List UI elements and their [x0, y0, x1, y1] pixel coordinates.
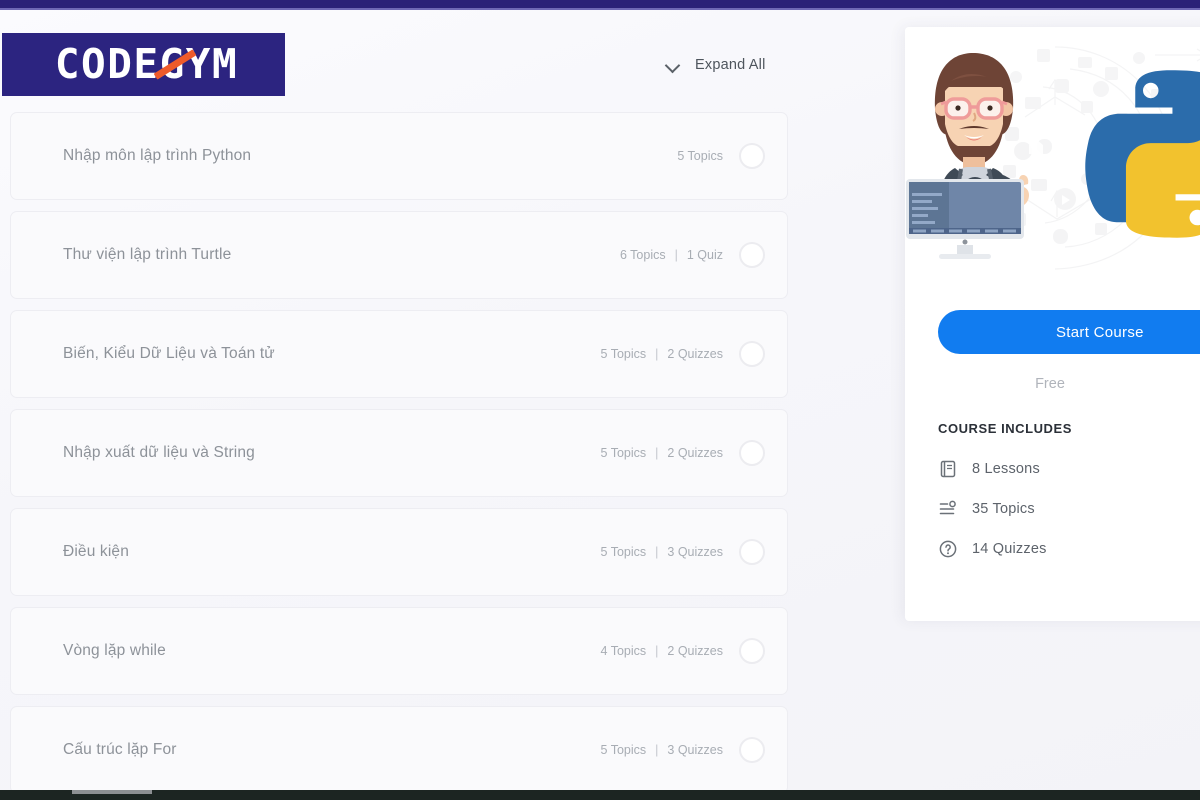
- course-includes-label: 14 Quizzes: [972, 541, 1047, 557]
- lesson-title: Nhập xuất dữ liệu và String: [63, 444, 255, 461]
- lesson-card[interactable]: Điều kiện 5 Topics | 3 Quizzes: [10, 508, 788, 596]
- lesson-title: Vòng lặp while: [63, 642, 166, 659]
- lesson-meta: 5 Topics | 3 Quizzes: [601, 545, 723, 559]
- browser-bottom-bar-highlight: [72, 790, 152, 794]
- lesson-topics-count: 5 Topics: [677, 149, 723, 163]
- codegym-logo-text: CODEGYM: [54, 40, 239, 88]
- lesson-topics-count: 4 Topics: [600, 644, 647, 658]
- lesson-progress-indicator[interactable]: [739, 737, 765, 763]
- lesson-quizzes-count: 3 Quizzes: [667, 545, 723, 559]
- course-includes-heading: COURSE INCLUDES: [938, 421, 1072, 436]
- lesson-quizzes-count: 2 Quizzes: [667, 446, 723, 460]
- lesson-meta: 5 Topics: [677, 149, 723, 163]
- lesson-meta-separator: |: [655, 347, 659, 361]
- lesson-topics-count: 5 Topics: [600, 446, 647, 460]
- course-includes-list: 8 Lessons 35 Topics 14 Quizzes: [938, 459, 1047, 559]
- topic-list-icon: [938, 499, 958, 519]
- lesson-topics-count: 5 Topics: [600, 743, 647, 757]
- lesson-topics-count: 5 Topics: [600, 545, 647, 559]
- lesson-card[interactable]: Vòng lặp while 4 Topics | 2 Quizzes: [10, 607, 788, 695]
- course-includes-item: 35 Topics: [938, 499, 1047, 519]
- lesson-card[interactable]: Nhập xuất dữ liệu và String 5 Topics | 2 Qu…: [10, 409, 788, 497]
- question-circle-icon: [938, 539, 958, 559]
- computer-monitor-illustration: [906, 179, 1024, 259]
- start-course-button[interactable]: Start Course: [938, 310, 1200, 354]
- codegym-logo[interactable]: CODEGYM: [2, 33, 285, 96]
- lesson-title: Điều kiện: [63, 543, 129, 560]
- browser-bottom-bar: [0, 790, 1200, 800]
- course-hero-image: [905, 27, 1200, 284]
- lesson-progress-indicator[interactable]: [739, 242, 765, 268]
- lesson-progress-indicator[interactable]: [739, 638, 765, 664]
- lesson-title: Cấu trúc lặp For: [63, 741, 177, 758]
- curriculum-lesson-list: Nhập môn lập trình Python 5 Topics Thư việ…: [10, 112, 788, 800]
- lesson-card[interactable]: Cấu trúc lặp For 5 Topics | 3 Quizzes: [10, 706, 788, 794]
- lesson-meta: 4 Topics | 2 Quizzes: [601, 644, 723, 658]
- course-sidebar-card: Start Course Free COURSE INCLUDES 8 Less…: [905, 27, 1200, 621]
- lesson-meta-separator: |: [655, 446, 659, 460]
- lesson-topics-count: 6 Topics: [619, 248, 666, 262]
- lesson-progress-indicator[interactable]: [739, 539, 765, 565]
- lesson-meta-separator: |: [655, 644, 659, 658]
- browser-top-bar: [0, 0, 1200, 8]
- lesson-progress-indicator[interactable]: [739, 440, 765, 466]
- lesson-quizzes-count: 1 Quiz: [686, 248, 723, 262]
- lesson-topics-count: 5 Topics: [600, 347, 647, 361]
- book-icon: [938, 459, 958, 479]
- lesson-progress-indicator[interactable]: [739, 143, 765, 169]
- course-price-label: Free: [1035, 376, 1065, 392]
- lesson-quizzes-count: 3 Quizzes: [667, 743, 723, 757]
- lesson-title: Biến, Kiểu Dữ Liệu và Toán tử: [63, 345, 275, 362]
- lesson-card[interactable]: Biến, Kiểu Dữ Liệu và Toán tử 5 Topics | 2 …: [10, 310, 788, 398]
- lesson-meta: 5 Topics | 3 Quizzes: [601, 743, 723, 757]
- chevron-down-icon: [665, 57, 681, 73]
- lesson-meta: 5 Topics | 2 Quizzes: [601, 347, 723, 361]
- lesson-meta: 6 Topics | 1 Quiz: [620, 248, 723, 262]
- lesson-card[interactable]: Nhập môn lập trình Python 5 Topics: [10, 112, 788, 200]
- course-includes-label: 8 Lessons: [972, 461, 1040, 477]
- lesson-card[interactable]: Thư viện lập trình Turtle 6 Topics | 1 Quiz: [10, 211, 788, 299]
- lesson-meta-separator: |: [655, 545, 659, 559]
- expand-all-label: Expand All: [695, 57, 766, 73]
- course-includes-item: 14 Quizzes: [938, 539, 1047, 559]
- lesson-title: Nhập môn lập trình Python: [63, 147, 252, 164]
- lesson-progress-indicator[interactable]: [739, 341, 765, 367]
- lesson-meta-separator: |: [655, 743, 659, 757]
- lesson-meta-separator: |: [674, 248, 678, 262]
- browser-top-bar-highlight: [0, 8, 1200, 10]
- lesson-meta: 5 Topics | 2 Quizzes: [601, 446, 723, 460]
- lesson-quizzes-count: 2 Quizzes: [667, 347, 723, 361]
- course-includes-item: 8 Lessons: [938, 459, 1047, 479]
- lesson-quizzes-count: 2 Quizzes: [667, 644, 723, 658]
- expand-all-button[interactable]: Expand All: [665, 57, 766, 73]
- python-logo-icon: [1085, 70, 1200, 238]
- course-includes-label: 35 Topics: [972, 501, 1035, 517]
- course-curriculum-page: CODEGYM Expand All Nhập môn lập trình Py…: [0, 0, 1200, 800]
- lesson-title: Thư viện lập trình Turtle: [63, 246, 232, 263]
